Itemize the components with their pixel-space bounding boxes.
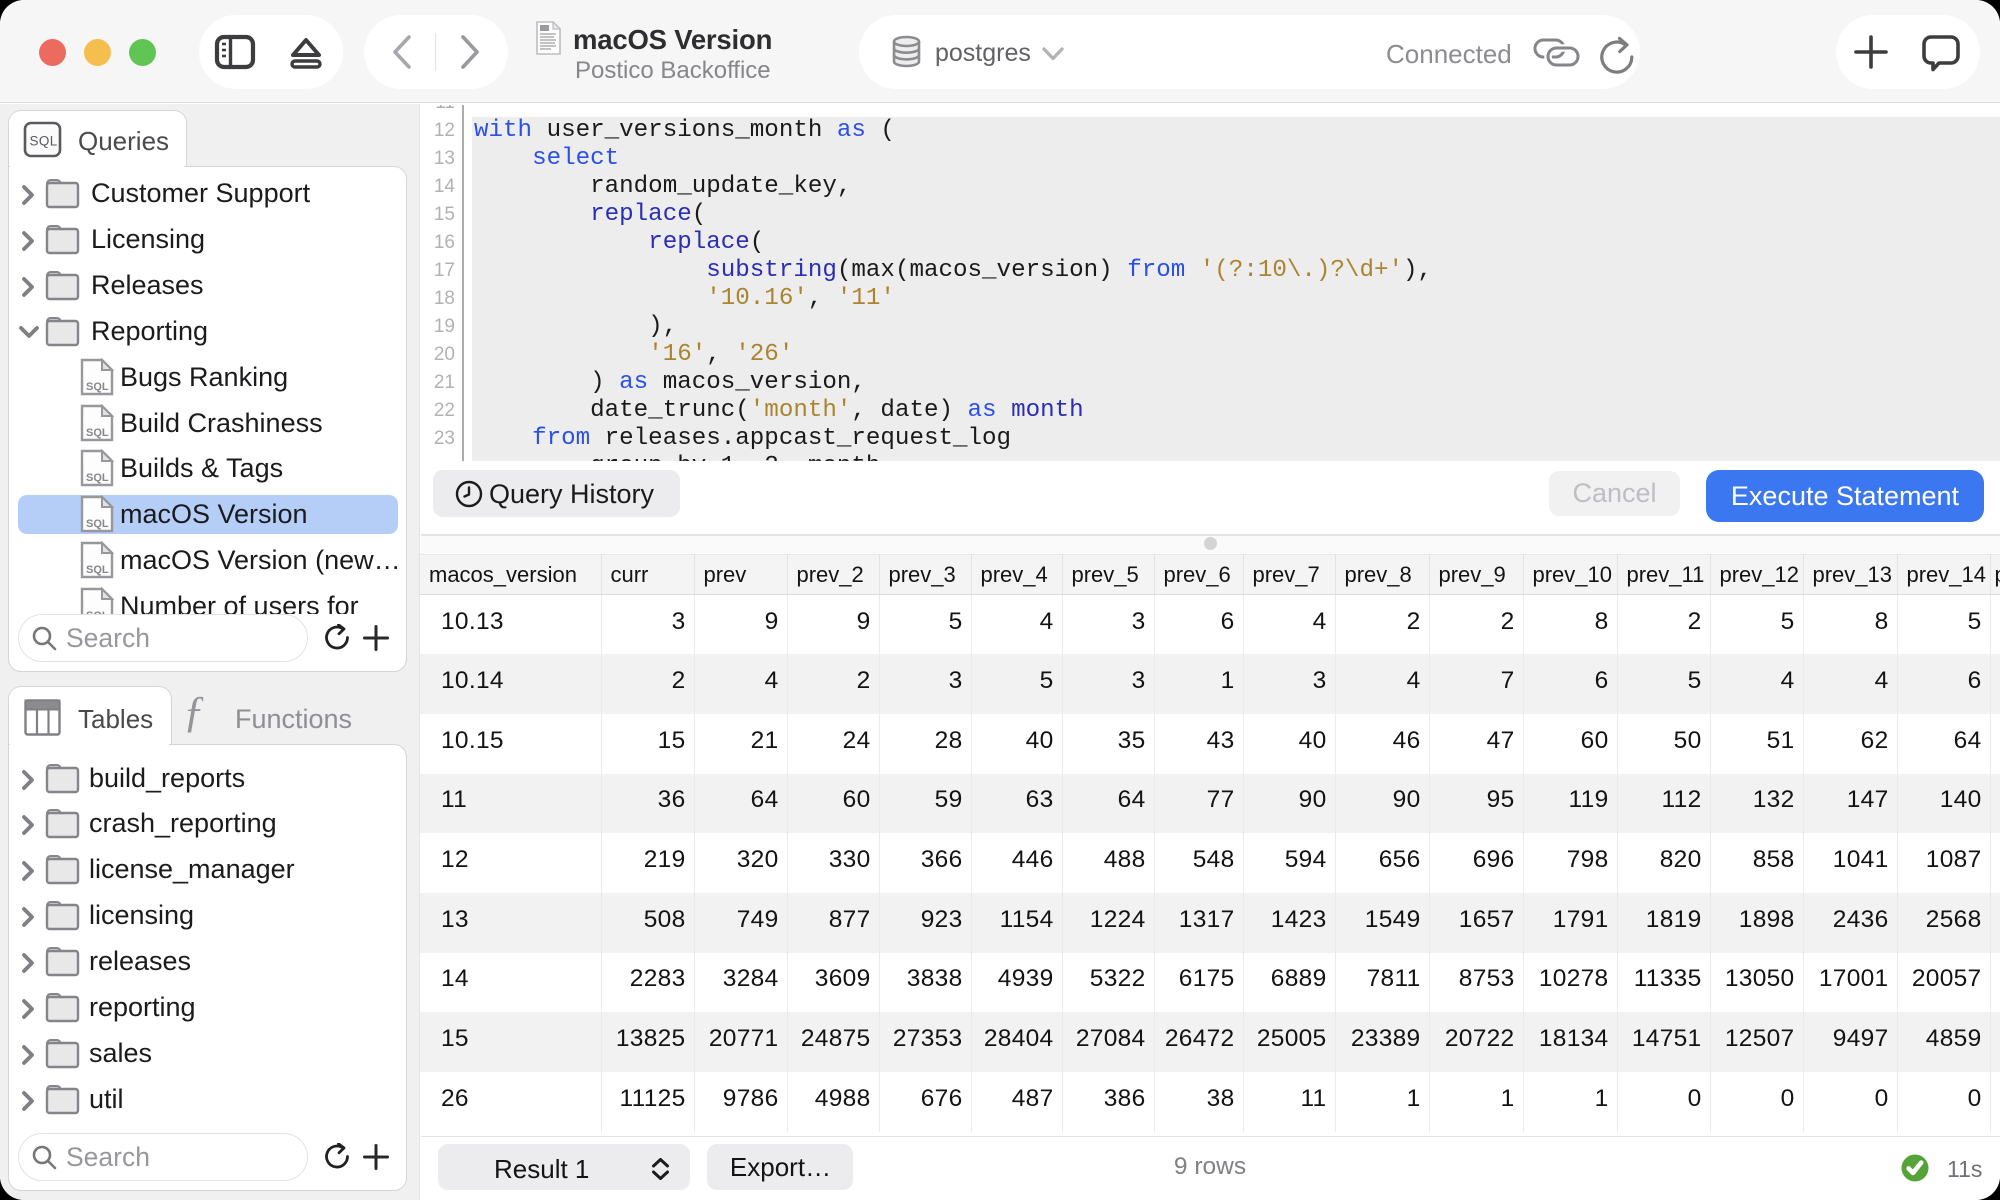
svg-text:SQL: SQL bbox=[30, 134, 58, 149]
